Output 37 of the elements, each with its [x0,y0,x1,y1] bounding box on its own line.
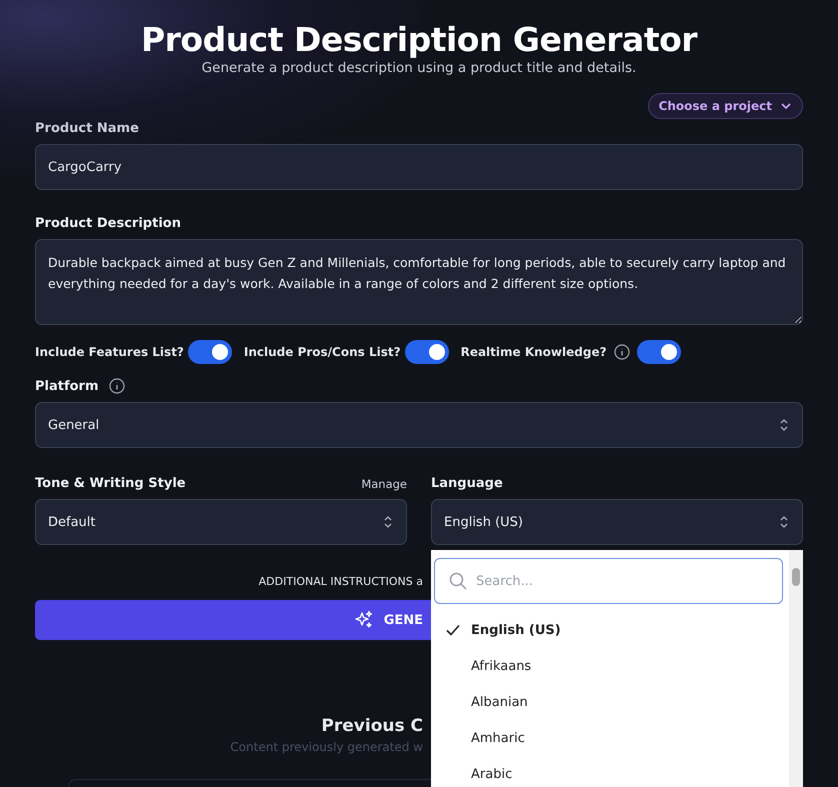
toggle-switch[interactable] [188,340,232,364]
tone-select[interactable]: Default [35,499,407,545]
info-icon [614,344,630,360]
additional-instructions-link[interactable]: ADDITIONAL INSTRUCTIONS a [258,575,423,588]
language-option[interactable]: Albanian [431,684,785,720]
product-name-field[interactable]: CargoCarry [35,144,803,190]
language-option[interactable]: Amharic [431,720,785,756]
search-field[interactable]: Search... [434,558,783,604]
platform-select[interactable]: General [35,402,803,448]
sort-arrows-icon [382,514,394,530]
language-select[interactable]: English (US) [431,499,803,545]
sparkles-icon [354,610,374,630]
manage-link[interactable]: Manage [361,476,407,490]
field-label: Platform [35,378,99,394]
section-subtitle: Content previously generated w [230,740,423,754]
field-label: Product Name [35,121,140,136]
checkmark-icon [445,622,461,638]
toggle-label: Include Pros/Cons List? [244,345,401,359]
search-icon [448,571,468,591]
toggle-switch[interactable] [636,340,681,364]
language-option[interactable]: Afrikaans [431,648,785,684]
page-title: Product Description Generator [140,20,698,60]
field-label: Tone & Writing Style [35,476,186,491]
toggle-label: Include Features List? [35,345,184,359]
sort-arrows-icon [778,514,790,530]
toggle-switch[interactable] [404,340,449,364]
toggle-label: Realtime Knowledge? [460,345,607,359]
field-label: Language [431,476,504,491]
scrollbar[interactable] [789,550,803,787]
page-subtitle: Generate a product description using a product title and details. [200,60,638,76]
field-label: Product Description [35,216,182,231]
sort-arrows-icon [778,417,790,433]
choose-project-button[interactable]: Choose a project [648,93,803,119]
language-option[interactable]: Arabic [431,756,785,787]
section-title: Previous C [321,716,423,736]
info-icon [108,378,125,394]
product-description-field[interactable]: Durable backpack aimed at busy Gen Z and Millenials, comfortable for long periods, able to securely carry laptop and everything needed for a day's work. Available in a range of colors and 2 different size options. [35,239,803,325]
